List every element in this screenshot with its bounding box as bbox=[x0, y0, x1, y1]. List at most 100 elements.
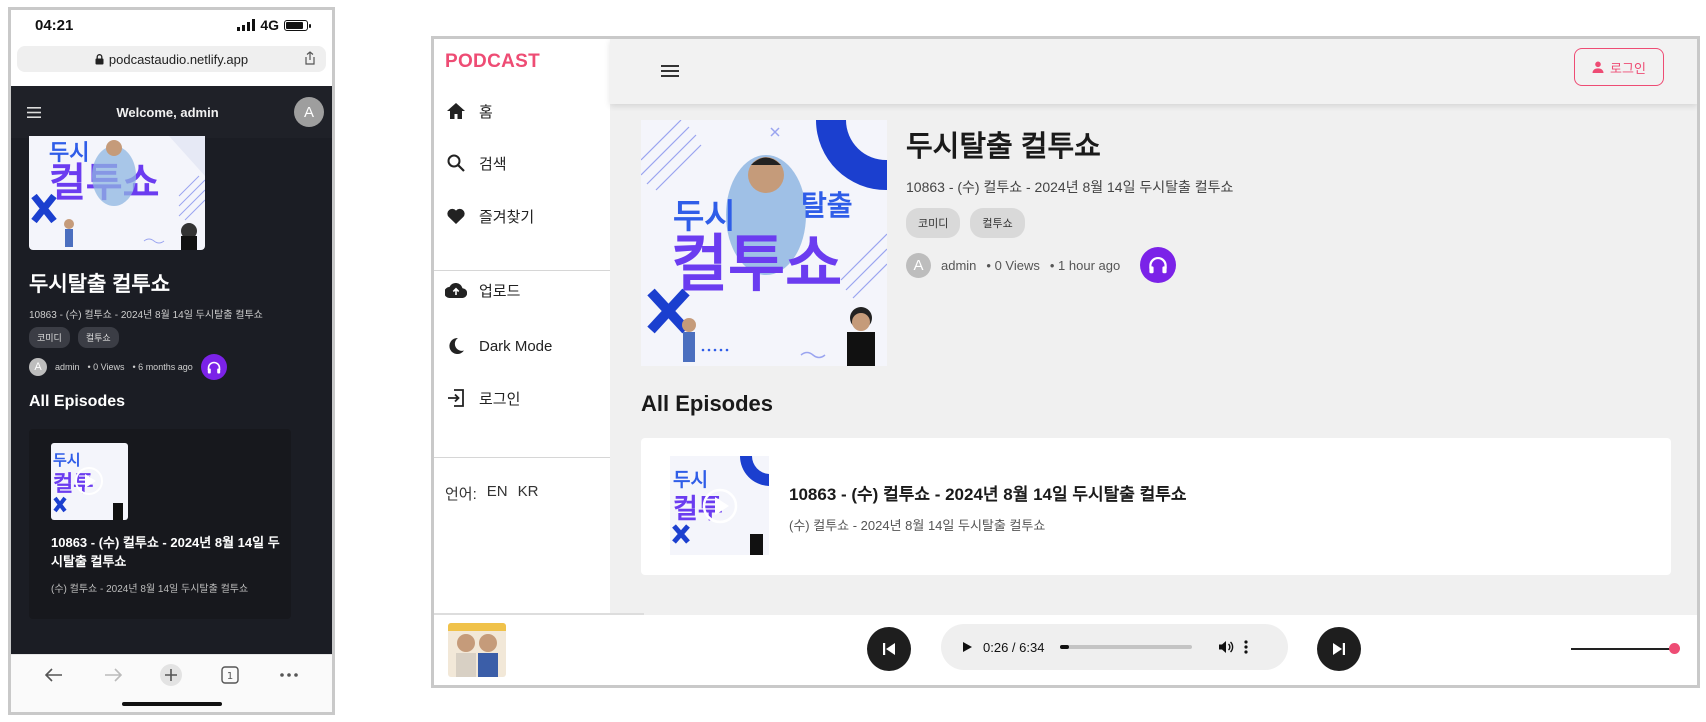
publish-time: • 6 months ago bbox=[132, 362, 193, 372]
sidebar-item-upload[interactable]: 업로드 bbox=[445, 279, 520, 301]
language-option-en[interactable]: EN bbox=[487, 483, 508, 504]
podcast-tags: 코미디 컬투쇼 bbox=[29, 327, 119, 348]
episode-thumbnail[interactable]: 두시 컬투 bbox=[670, 456, 769, 555]
home-icon bbox=[445, 100, 467, 122]
heart-icon bbox=[445, 205, 467, 227]
sidebar-item-search[interactable]: 검색 bbox=[445, 152, 507, 174]
url-text: podcastaudio.netlify.app bbox=[108, 51, 249, 67]
login-button[interactable]: 로그인 bbox=[1574, 48, 1664, 86]
progress-fill bbox=[1060, 645, 1070, 649]
home-indicator bbox=[121, 702, 222, 706]
svg-text:컬투쇼: 컬투쇼 bbox=[671, 227, 842, 300]
battery-icon bbox=[284, 19, 311, 31]
tag-chip[interactable]: 컬투쇼 bbox=[970, 208, 1025, 238]
skip-next-icon bbox=[1333, 643, 1345, 655]
view-count: • 0 Views bbox=[986, 257, 1040, 273]
podcast-cover-image: 두시 탈출 컬투쇼 bbox=[641, 120, 887, 366]
svg-text:탈출: 탈출 bbox=[801, 189, 853, 222]
hamburger-menu-icon[interactable] bbox=[27, 106, 41, 118]
address-bar[interactable]: podcastaudio.netlify.app bbox=[17, 46, 326, 72]
sidebar-divider bbox=[434, 457, 610, 458]
listen-button[interactable] bbox=[200, 354, 227, 380]
cloud-upload-icon bbox=[445, 279, 467, 301]
welcome-text: Welcome, admin bbox=[116, 104, 219, 120]
all-episodes-heading: All Episodes bbox=[641, 391, 774, 416]
status-time: 04:21 bbox=[35, 16, 74, 34]
sidebar-item-label: 즐겨찾기 bbox=[479, 208, 535, 226]
share-icon[interactable] bbox=[304, 51, 316, 65]
next-track-button[interactable] bbox=[1317, 627, 1361, 671]
more-options-icon[interactable] bbox=[274, 660, 304, 690]
author-name: admin bbox=[55, 362, 80, 372]
tag-chip[interactable]: 코미디 bbox=[29, 327, 70, 348]
listen-button[interactable] bbox=[1140, 247, 1177, 283]
back-arrow-icon[interactable] bbox=[39, 660, 69, 690]
episode-card[interactable]: 두시 컬투 10863 - (수) 컬투쇼 - 2024년 8월 14일 두시탈… bbox=[641, 438, 1671, 575]
tag-chip[interactable]: 코미디 bbox=[906, 208, 961, 238]
now-playing-thumbnail[interactable] bbox=[448, 623, 506, 677]
sidebar-item-label: Dark Mode bbox=[479, 337, 553, 355]
svg-text:두시: 두시 bbox=[49, 141, 89, 166]
previous-track-button[interactable] bbox=[867, 627, 911, 671]
tabs-icon[interactable]: 1 bbox=[215, 660, 245, 690]
sidebar-item-label: 검색 bbox=[479, 155, 507, 173]
podcast-subtitle: 10863 - (수) 컬투쇼 - 2024년 8월 14일 두시탈출 컬투쇼 bbox=[906, 179, 1234, 195]
author-avatar: A bbox=[29, 358, 47, 376]
more-options-icon[interactable] bbox=[1244, 640, 1249, 654]
language-switcher: 언어: EN KR bbox=[445, 483, 538, 504]
svg-text:1: 1 bbox=[227, 671, 233, 682]
author-avatar: A bbox=[906, 252, 931, 278]
search-icon bbox=[445, 152, 467, 174]
play-icon[interactable] bbox=[961, 641, 973, 653]
playback-time: 0:26 / 6:34 bbox=[983, 639, 1045, 655]
episode-subtitle: (수) 컬투쇼 - 2024년 8월 14일 두시탈출 컬투쇼 bbox=[789, 518, 1046, 533]
publish-time: • 1 hour ago bbox=[1049, 257, 1121, 273]
episode-title: 10863 - (수) 컬투쇼 - 2024년 8월 14일 두시탈출 컬투쇼 bbox=[51, 535, 280, 569]
author-name: admin bbox=[941, 257, 977, 273]
language-label: 언어: bbox=[445, 486, 477, 503]
all-episodes-heading: All Episodes bbox=[29, 393, 126, 410]
forward-arrow-icon[interactable] bbox=[98, 660, 128, 690]
mobile-header: Welcome, admin A bbox=[11, 86, 332, 138]
headphones-icon bbox=[1149, 257, 1167, 274]
audio-element: 0:26 / 6:34 bbox=[941, 624, 1288, 670]
episode-title: 10863 - (수) 컬투쇼 - 2024년 8월 14일 두시탈출 컬투쇼 bbox=[789, 485, 1187, 504]
sidebar: PODCAST 홈 검색 즐겨찾기 업로드 Dark Mode 로그인 언어: bbox=[434, 39, 610, 619]
sidebar-item-dark-mode[interactable]: Dark Mode bbox=[445, 335, 552, 357]
view-count: • 0 Views bbox=[87, 362, 125, 372]
login-button-label: 로그인 bbox=[1610, 60, 1646, 76]
desktop-screenshot: PODCAST 홈 검색 즐겨찾기 업로드 Dark Mode 로그인 언어: bbox=[431, 36, 1700, 688]
user-avatar[interactable]: A bbox=[294, 97, 324, 127]
podcast-title: 두시탈출 컬투쇼 bbox=[29, 273, 171, 296]
audio-player-bar: 0:26 / 6:34 bbox=[434, 613, 1697, 685]
person-icon bbox=[1592, 61, 1604, 73]
podcast-title: 두시탈출 컬투쇼 bbox=[906, 131, 1101, 163]
brand-logo[interactable]: PODCAST bbox=[445, 51, 540, 73]
progress-slider[interactable] bbox=[1060, 645, 1193, 649]
mobile-app: Welcome, admin A 컬투쇼 두시 두시탈출 컬투쇼 10863 -… bbox=[11, 86, 332, 660]
tag-chip[interactable]: 컬투쇼 bbox=[77, 327, 119, 348]
lock-icon bbox=[95, 53, 104, 64]
svg-text:두시: 두시 bbox=[53, 451, 81, 469]
episode-card[interactable]: 두시 컬투 10863 - (수) 컬투쇼 - 2024년 8월 14일 두시탈… bbox=[29, 429, 291, 619]
podcast-tags: 코미디 컬투쇼 bbox=[906, 208, 1025, 238]
hamburger-menu-icon[interactable] bbox=[658, 59, 682, 83]
podcast-meta: A admin • 0 Views • 1 hour ago bbox=[906, 247, 1177, 283]
sidebar-item-label: 홈 bbox=[479, 103, 493, 121]
sidebar-item-login[interactable]: 로그인 bbox=[445, 387, 520, 409]
sidebar-item-home[interactable]: 홈 bbox=[445, 100, 493, 122]
volume-slider-knob[interactable] bbox=[1669, 643, 1680, 654]
volume-icon[interactable] bbox=[1218, 640, 1234, 654]
language-option-kr[interactable]: KR bbox=[518, 483, 539, 504]
sidebar-item-favorites[interactable]: 즐겨찾기 bbox=[445, 205, 534, 227]
podcast-subtitle: 10863 - (수) 컬투쇼 - 2024년 8월 14일 두시탈출 컬투쇼 bbox=[29, 310, 263, 321]
sidebar-item-label: 로그인 bbox=[479, 390, 521, 408]
new-tab-icon[interactable] bbox=[156, 660, 186, 690]
volume-slider[interactable] bbox=[1571, 643, 1680, 654]
browser-toolbar: 1 bbox=[11, 654, 332, 712]
status-bar: 04:21 4G bbox=[11, 10, 332, 40]
episode-thumbnail[interactable]: 두시 컬투 bbox=[51, 443, 128, 520]
episode-subtitle: (수) 컬투쇼 - 2024년 8월 14일 두시탈출 컬투쇼 bbox=[51, 584, 249, 595]
skip-previous-icon bbox=[883, 643, 895, 655]
podcast-meta: A admin • 0 Views • 6 months ago bbox=[29, 354, 227, 380]
